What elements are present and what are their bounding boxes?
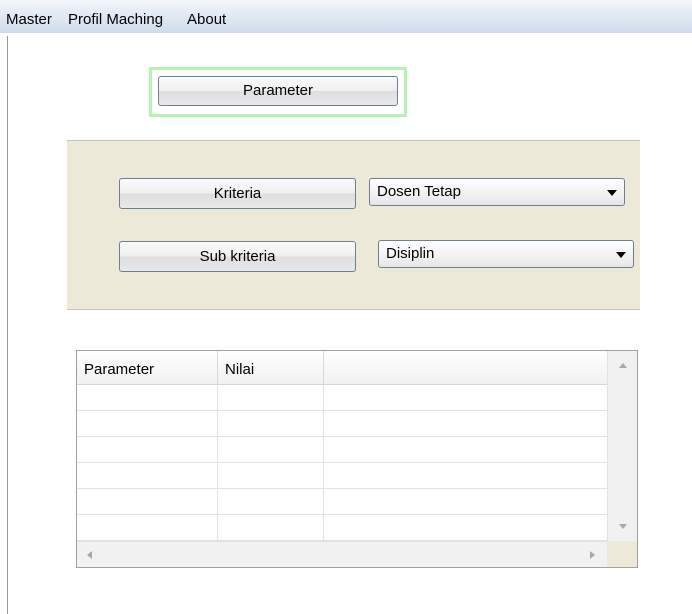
cell-filler (324, 463, 608, 489)
cell-parameter[interactable] (77, 463, 218, 489)
scroll-right-arrow-icon[interactable] (590, 551, 595, 559)
cell-parameter[interactable] (77, 489, 218, 515)
menu-about[interactable]: About (187, 11, 226, 28)
column-header-parameter[interactable]: Parameter (77, 351, 218, 385)
vertical-scrollbar[interactable] (607, 351, 637, 541)
cell-filler (324, 515, 608, 541)
sub-kriteria-button[interactable]: Sub kriteria (119, 241, 356, 272)
horizontal-scrollbar[interactable] (77, 541, 607, 567)
cell-nilai[interactable] (218, 411, 324, 437)
kriteria-button[interactable]: Kriteria (119, 178, 356, 209)
parameter-grid[interactable]: Parameter Nilai (76, 350, 638, 568)
cell-nilai[interactable] (218, 489, 324, 515)
kriteria-combo-value: Dosen Tetap (377, 183, 461, 200)
chevron-down-icon (616, 252, 626, 258)
window-left-border (7, 36, 8, 614)
cell-parameter[interactable] (77, 385, 218, 411)
scroll-up-arrow-icon[interactable] (619, 363, 627, 368)
cell-filler (324, 385, 608, 411)
column-header-nilai[interactable]: Nilai (218, 351, 324, 385)
scroll-left-arrow-icon[interactable] (87, 551, 92, 559)
menu-profil-maching[interactable]: Profil Maching (68, 11, 163, 28)
cell-parameter[interactable] (77, 437, 218, 463)
kriteria-combo[interactable]: Dosen Tetap (369, 178, 625, 206)
cell-filler (324, 489, 608, 515)
cell-filler (324, 411, 608, 437)
cell-parameter[interactable] (77, 411, 218, 437)
column-header-filler (324, 351, 608, 385)
cell-nilai[interactable] (218, 515, 324, 541)
cell-parameter[interactable] (77, 515, 218, 541)
menu-master[interactable]: Master (6, 11, 52, 28)
scroll-down-arrow-icon[interactable] (619, 524, 627, 529)
menu-bar: Master Profil Maching About (0, 0, 692, 33)
parameter-button[interactable]: Parameter (158, 76, 398, 106)
scrollbar-corner (607, 541, 637, 567)
sub-kriteria-combo[interactable]: Disiplin (378, 240, 634, 268)
cell-nilai[interactable] (218, 385, 324, 411)
cell-nilai[interactable] (218, 463, 324, 489)
criteria-panel (67, 140, 640, 310)
sub-kriteria-combo-value: Disiplin (386, 245, 435, 262)
cell-nilai[interactable] (218, 437, 324, 463)
chevron-down-icon (607, 190, 617, 196)
cell-filler (324, 437, 608, 463)
